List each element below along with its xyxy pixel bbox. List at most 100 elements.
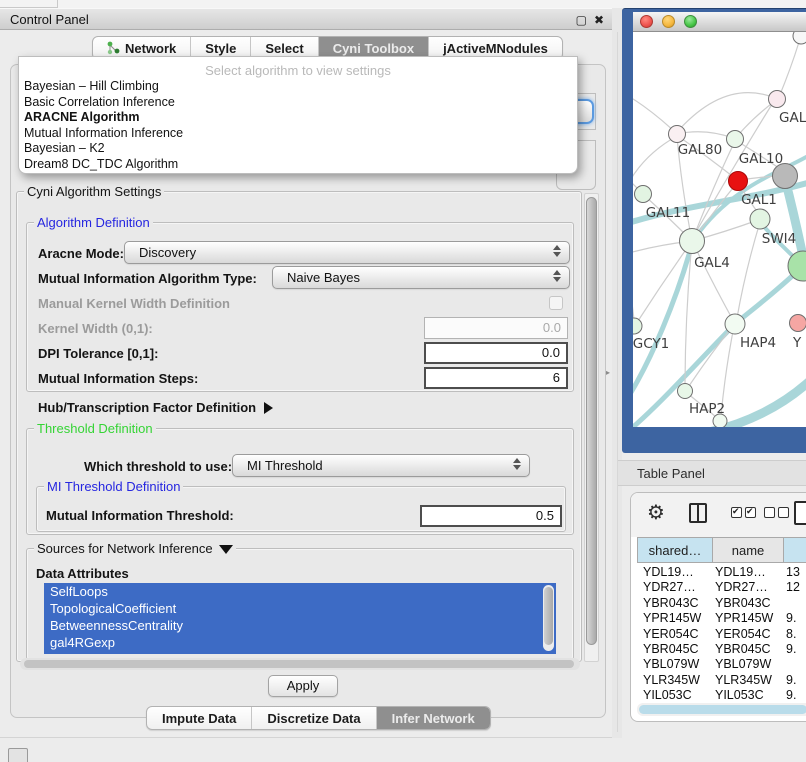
which-threshold-combo[interactable]: MI Threshold	[232, 454, 530, 477]
aracne-mode-combo[interactable]: Discovery	[124, 241, 570, 264]
data-attribute-item[interactable]: SelfLoops	[44, 583, 556, 600]
settings-vertical-scrollbar[interactable]	[584, 193, 599, 662]
settings-gear-icon[interactable]: ⚙	[647, 502, 665, 524]
data-attribute-item[interactable]: BetweennessCentrality	[44, 617, 556, 634]
minimize-window-icon[interactable]	[662, 15, 675, 28]
restore-panel-icon[interactable]	[8, 748, 28, 762]
data-attribute-item[interactable]: TopologicalCoefficient	[44, 600, 556, 617]
algorithm-option[interactable]: Basic Correlation Inference	[19, 95, 577, 111]
network-node-node-salmon[interactable]	[790, 315, 806, 332]
network-node-HAP4[interactable]	[725, 314, 745, 334]
network-node-node-red[interactable]	[729, 172, 748, 191]
table-cell[interactable]: YBL079W	[643, 657, 713, 672]
network-view-window[interactable]: GALGAL80GAL10GAL11GAL1GAL4SWI4GCY1HAP4YH…	[622, 8, 806, 453]
network-node-GAL10[interactable]	[727, 131, 744, 148]
data-attribute-item[interactable]: gal4RGexp	[44, 634, 556, 651]
scrollbar-thumb[interactable]	[639, 705, 806, 714]
network-node-node-bottom-partial[interactable]	[713, 414, 727, 427]
table-cell[interactable]: 9.	[786, 642, 806, 657]
algorithm-option[interactable]: ARACNE Algorithm	[19, 110, 577, 126]
mi-steps-field[interactable]: 6	[424, 367, 568, 389]
network-node-GAL11[interactable]	[635, 186, 652, 203]
network-canvas[interactable]: GALGAL80GAL10GAL11GAL1GAL4SWI4GCY1HAP4YH…	[633, 32, 806, 427]
select-all-columns-icon[interactable]	[731, 507, 756, 518]
column-header-partial[interactable]	[783, 537, 806, 563]
network-edge[interactable]	[636, 241, 692, 324]
table-row[interactable]: YBL079WYBL079W	[631, 657, 806, 672]
table-row[interactable]: YDL19…YDL19…13	[631, 565, 806, 580]
settings-horizontal-scrollbar[interactable]	[20, 658, 580, 670]
table-cell[interactable]: YBL079W	[715, 657, 783, 672]
network-node-node-top-partial[interactable]	[793, 32, 806, 44]
network-node-HAP2[interactable]	[678, 384, 693, 399]
table-cell[interactable]: YER054C	[643, 627, 713, 642]
network-node-node-gray[interactable]	[773, 164, 798, 189]
table-cell[interactable]: YER054C	[715, 627, 783, 642]
table-row[interactable]: YDR27…YDR27…12	[631, 580, 806, 595]
network-edge[interactable]	[692, 241, 734, 322]
table-cell[interactable]: YPR145W	[643, 611, 713, 626]
mi-algorithm-type-combo[interactable]: Naive Bayes	[272, 266, 570, 289]
dpi-tolerance-field[interactable]: 0.0	[424, 342, 568, 364]
kernel-width-field[interactable]: 0.0	[424, 317, 568, 339]
network-node-GAL4[interactable]	[680, 229, 705, 254]
table-cell[interactable]: YBR045C	[715, 642, 783, 657]
split-columns-icon[interactable]	[689, 503, 707, 523]
table-row[interactable]: YLR345WYLR345W9.	[631, 673, 806, 688]
table-cell[interactable]: 13	[786, 565, 806, 580]
table-cell[interactable]: YIL053C	[643, 688, 713, 703]
table-cell[interactable]: YDL19…	[643, 565, 713, 580]
scrollbar-thumb[interactable]	[586, 197, 597, 645]
algorithm-option[interactable]: Bayesian – K2	[19, 141, 577, 157]
table-cell[interactable]: YLR345W	[715, 673, 783, 688]
deselect-all-columns-icon[interactable]	[764, 507, 789, 518]
network-edge[interactable]	[633, 136, 677, 190]
table-cell[interactable]: YIL053C	[715, 688, 783, 703]
float-panel-icon[interactable]: ▢	[576, 14, 587, 26]
data-attributes-list[interactable]: SelfLoopsTopologicalCoefficientBetweenne…	[44, 583, 556, 654]
network-node-GAL80[interactable]	[669, 126, 686, 143]
scrollbar-thumb[interactable]	[544, 587, 553, 645]
zoom-window-icon[interactable]	[684, 15, 697, 28]
close-window-icon[interactable]	[640, 15, 653, 28]
apply-button[interactable]: Apply	[268, 675, 338, 697]
table-cell[interactable]: YDR27…	[715, 580, 783, 595]
export-table-icon[interactable]	[794, 501, 806, 525]
column-header-shared-name[interactable]: shared…	[637, 537, 713, 563]
table-row[interactable]: YIL053CYIL053C9.	[631, 688, 806, 703]
scrollbar-thumb[interactable]	[24, 660, 574, 668]
network-window-titlebar[interactable]	[633, 12, 806, 32]
manual-kernel-width-checkbox[interactable]	[549, 296, 563, 310]
table-cell[interactable]: YBR043C	[715, 596, 783, 611]
table-cell[interactable]: YPR145W	[715, 611, 783, 626]
tab-discretize-data[interactable]: Discretize Data	[251, 707, 375, 729]
table-row[interactable]: YER054CYER054C8.	[631, 627, 806, 642]
network-node-GCY1[interactable]	[633, 318, 642, 334]
mi-threshold-field[interactable]: 0.5	[420, 505, 562, 527]
network-edge[interactable]	[689, 326, 733, 386]
column-header-name[interactable]: name	[712, 537, 784, 563]
table-cell[interactable]: YBR043C	[643, 596, 713, 611]
table-cell[interactable]: 9.	[786, 688, 806, 703]
algorithm-option[interactable]: Dream8 DC_TDC Algorithm	[19, 157, 577, 173]
network-edge[interactable]	[633, 94, 675, 132]
table-cell[interactable]: YDL19…	[715, 565, 783, 580]
table-cell[interactable]: 8.	[786, 627, 806, 642]
algorithm-option[interactable]: Mutual Information Inference	[19, 126, 577, 142]
table-cell[interactable]: 12	[786, 580, 806, 595]
sources-expander[interactable]: Sources for Network Inference	[34, 542, 236, 555]
table-cell[interactable]: YLR345W	[643, 673, 713, 688]
close-panel-icon[interactable]: ✖	[594, 14, 604, 26]
tab-infer-network[interactable]: Infer Network	[376, 707, 490, 729]
table-cell[interactable]: 9.	[786, 673, 806, 688]
splitter-arrow-icon[interactable]: ▸	[606, 368, 610, 377]
table-cell[interactable]: 9.	[786, 611, 806, 626]
table-row[interactable]: YBR045CYBR045C9.	[631, 642, 806, 657]
table-row[interactable]: YPR145WYPR145W9.	[631, 611, 806, 626]
table-row[interactable]: YBR043CYBR043C	[631, 596, 806, 611]
table-cell[interactable]: YDR27…	[643, 580, 713, 595]
network-node-GAL1[interactable]	[750, 209, 770, 229]
algorithm-option[interactable]: Bayesian – Hill Climbing	[19, 79, 577, 95]
panel-splitter[interactable]: ▸	[612, 8, 622, 738]
table-horizontal-scrollbar[interactable]	[637, 703, 806, 716]
